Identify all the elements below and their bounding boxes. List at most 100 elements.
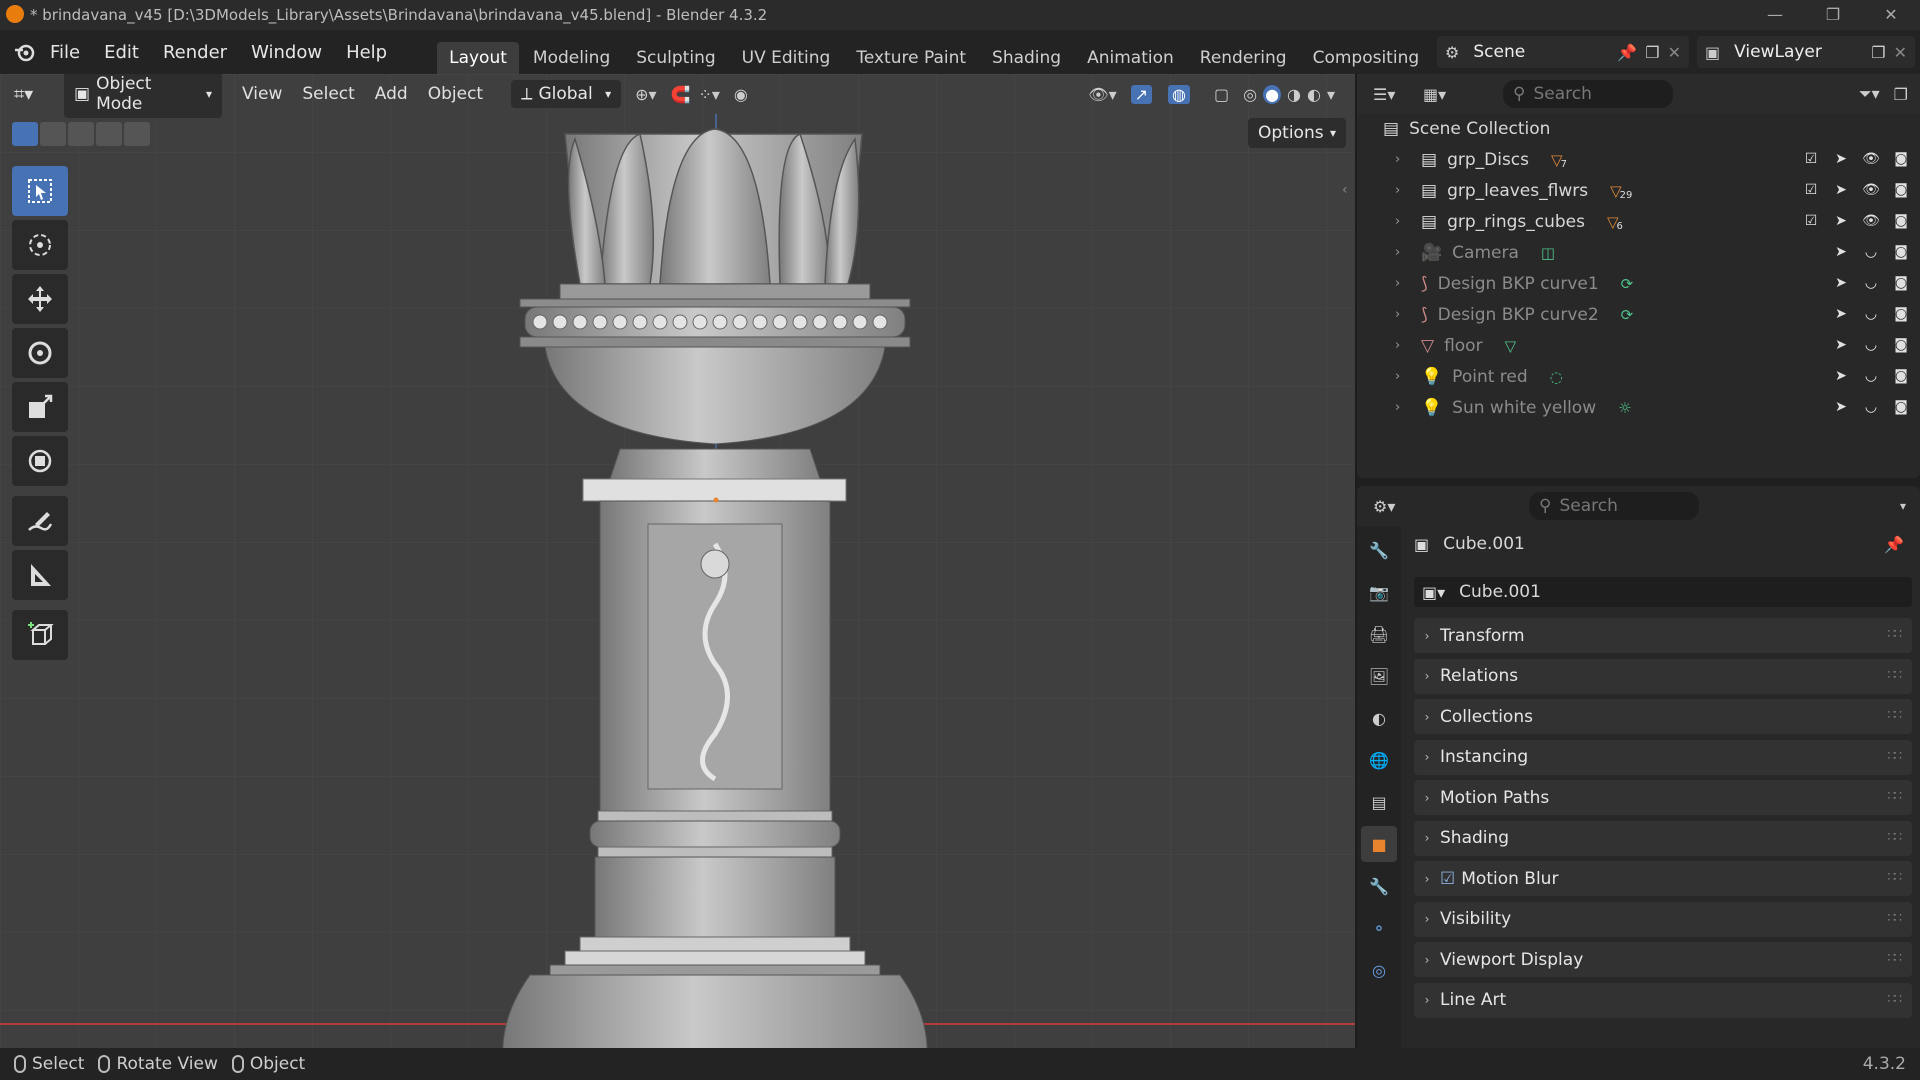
tool-tab-icon[interactable]: 🔧: [1361, 532, 1397, 568]
drag-handle-icon[interactable]: ∷∷: [1887, 911, 1901, 926]
selectable-icon[interactable]: ➤: [1830, 241, 1852, 263]
scene-collection-row[interactable]: ▤ Scene Collection: [1357, 114, 1920, 144]
rendered-shading-icon[interactable]: ◐: [1307, 85, 1321, 104]
collection-tab-icon[interactable]: ▤: [1361, 784, 1397, 820]
scene-selector[interactable]: ⚙ Scene 📌 ❐ ✕: [1437, 36, 1689, 68]
exclude-checkbox[interactable]: ☑: [1800, 148, 1822, 170]
rotate-icon[interactable]: [12, 328, 68, 378]
chevron-right-icon[interactable]: ›: [1414, 750, 1440, 764]
world-tab-icon[interactable]: 🌐: [1361, 742, 1397, 778]
render-camera-icon[interactable]: ◙: [1890, 303, 1912, 325]
material-shading-icon[interactable]: ◑: [1287, 85, 1301, 104]
eye-icon[interactable]: ◡: [1860, 365, 1882, 387]
outliner-search-input[interactable]: ⚲ Search: [1503, 80, 1673, 108]
output-tab-icon[interactable]: 🖨: [1361, 616, 1397, 652]
drag-handle-icon[interactable]: ∷∷: [1887, 830, 1901, 845]
outliner-item[interactable]: › 🎥 Camera ◫ ➤ ◡ ◙: [1357, 237, 1920, 268]
selectable-icon[interactable]: ➤: [1830, 396, 1852, 418]
eye-icon[interactable]: ◡: [1860, 272, 1882, 294]
select-invert-icon[interactable]: [96, 122, 122, 146]
selectable-icon[interactable]: ➤: [1830, 179, 1852, 201]
exclude-checkbox[interactable]: ☑: [1800, 179, 1822, 201]
render-camera-icon[interactable]: ◙: [1890, 396, 1912, 418]
outliner-item-name[interactable]: grp_leaves_flwrs: [1447, 181, 1588, 201]
render-tab-icon[interactable]: 📷: [1361, 574, 1397, 610]
outliner-item-name[interactable]: Camera: [1452, 243, 1519, 263]
outliner-item-name[interactable]: grp_rings_cubes: [1447, 212, 1585, 232]
blender-menu-icon[interactable]: [12, 39, 38, 65]
menu-edit[interactable]: Edit: [92, 42, 151, 63]
transform-icon[interactable]: [12, 436, 68, 486]
selectable-icon[interactable]: ➤: [1830, 303, 1852, 325]
snap-icon[interactable]: 🧲: [671, 85, 691, 104]
visibility-icon[interactable]: 👁▾: [1088, 85, 1116, 104]
object-datablock-field[interactable]: ▣▾ Cube.001: [1414, 577, 1912, 607]
properties-editor-icon[interactable]: ⚙▾: [1373, 497, 1413, 516]
eye-icon[interactable]: 👁: [1860, 210, 1882, 232]
outliner-item[interactable]: › ▤ grp_rings_cubes ▽ 6 ☑ ➤ 👁 ◙: [1357, 206, 1920, 237]
panel-transform[interactable]: › Transform ∷∷: [1414, 618, 1912, 653]
panel-instancing[interactable]: › Instancing ∷∷: [1414, 739, 1912, 775]
pin-icon[interactable]: 📌: [1884, 535, 1904, 554]
annotate-icon[interactable]: [12, 496, 68, 546]
chevron-right-icon[interactable]: ›: [1414, 831, 1440, 845]
new-viewlayer-icon[interactable]: ❐: [1871, 43, 1885, 62]
outliner-item-name[interactable]: grp_Discs: [1447, 150, 1529, 170]
light-data-icon[interactable]: ◌: [1550, 368, 1563, 386]
panel-visibility[interactable]: › Visibility ∷∷: [1414, 901, 1912, 937]
panel-shading[interactable]: › Shading ∷∷: [1414, 820, 1912, 856]
render-camera-icon[interactable]: ◙: [1890, 241, 1912, 263]
tab-texture-paint[interactable]: Texture Paint: [844, 42, 978, 74]
orientation-dropdown[interactable]: ⟂ Global ▾: [511, 80, 622, 108]
editor-type-icon[interactable]: ⌗▾: [14, 84, 54, 105]
viewlayer-selector[interactable]: ▣ ViewLayer ❐ ✕: [1697, 36, 1915, 68]
panel-relations[interactable]: › Relations ∷∷: [1414, 658, 1912, 694]
snap-target-icon[interactable]: ⁘▾: [698, 85, 719, 104]
drag-handle-icon[interactable]: ∷∷: [1887, 951, 1901, 966]
outliner-item-name[interactable]: Design BKP curve2: [1438, 305, 1599, 325]
tab-shading[interactable]: Shading: [980, 42, 1073, 74]
menu-view[interactable]: View: [232, 80, 292, 108]
sun-data-icon[interactable]: ☼: [1618, 399, 1631, 417]
panel-collections[interactable]: › Collections ∷∷: [1414, 699, 1912, 734]
tab-uv-editing[interactable]: UV Editing: [730, 42, 843, 74]
expand-arrow-icon[interactable]: ›: [1395, 214, 1413, 229]
outliner-item[interactable]: › ▤ grp_Discs ▽ 7 ☑ ➤ 👁 ◙: [1357, 144, 1920, 175]
selectable-icon[interactable]: ➤: [1830, 272, 1852, 294]
render-camera-icon[interactable]: ◙: [1890, 334, 1912, 356]
exclude-checkbox[interactable]: ☑: [1800, 210, 1822, 232]
curve-data-icon[interactable]: ⟳: [1621, 275, 1634, 293]
render-camera-icon[interactable]: ◙: [1890, 148, 1912, 170]
select-subtract-icon[interactable]: [68, 122, 94, 146]
eye-icon[interactable]: 👁: [1860, 148, 1882, 170]
menu-help[interactable]: Help: [334, 42, 399, 63]
outliner-item-name[interactable]: Point red: [1452, 367, 1527, 387]
chevron-right-icon[interactable]: ›: [1414, 872, 1440, 886]
panel-motion-blur[interactable]: › ☑ Motion Blur ∷∷: [1414, 861, 1912, 896]
filter-icon[interactable]: ⏷▾: [1859, 84, 1880, 104]
scale-icon[interactable]: [12, 382, 68, 432]
drag-handle-icon[interactable]: ∷∷: [1887, 870, 1901, 885]
chevron-right-icon[interactable]: ›: [1414, 953, 1440, 967]
particles-tab-icon[interactable]: ⚬: [1361, 910, 1397, 946]
expand-arrow-icon[interactable]: ›: [1395, 183, 1413, 198]
minimize-button[interactable]: —: [1746, 0, 1804, 30]
scene-name[interactable]: Scene: [1473, 42, 1525, 62]
expand-arrow-icon[interactable]: ›: [1395, 338, 1413, 353]
curve-data-icon[interactable]: ⟳: [1621, 306, 1634, 324]
chevron-right-icon[interactable]: ›: [1414, 629, 1440, 643]
tab-modeling[interactable]: Modeling: [521, 42, 622, 74]
outliner-item[interactable]: › ▽ floor ▽ ➤ ◡ ◙: [1357, 330, 1920, 361]
motion-blur-checkbox[interactable]: ☑: [1440, 869, 1455, 889]
maximize-button[interactable]: ❐: [1804, 0, 1862, 30]
selectable-icon[interactable]: ➤: [1830, 148, 1852, 170]
render-camera-icon[interactable]: ◙: [1890, 210, 1912, 232]
wireframe-shading-icon[interactable]: ◎: [1243, 85, 1257, 104]
expand-arrow-icon[interactable]: ›: [1395, 369, 1413, 384]
menu-file[interactable]: File: [38, 42, 92, 63]
chevron-right-icon[interactable]: ›: [1414, 912, 1440, 926]
expand-arrow-icon[interactable]: ›: [1395, 152, 1413, 167]
options-dropdown[interactable]: Options ▾: [1248, 118, 1346, 148]
select-box-icon[interactable]: [12, 166, 68, 216]
outliner-item[interactable]: › ▤ grp_leaves_flwrs ▽ 29 ☑ ➤ 👁 ◙: [1357, 175, 1920, 206]
